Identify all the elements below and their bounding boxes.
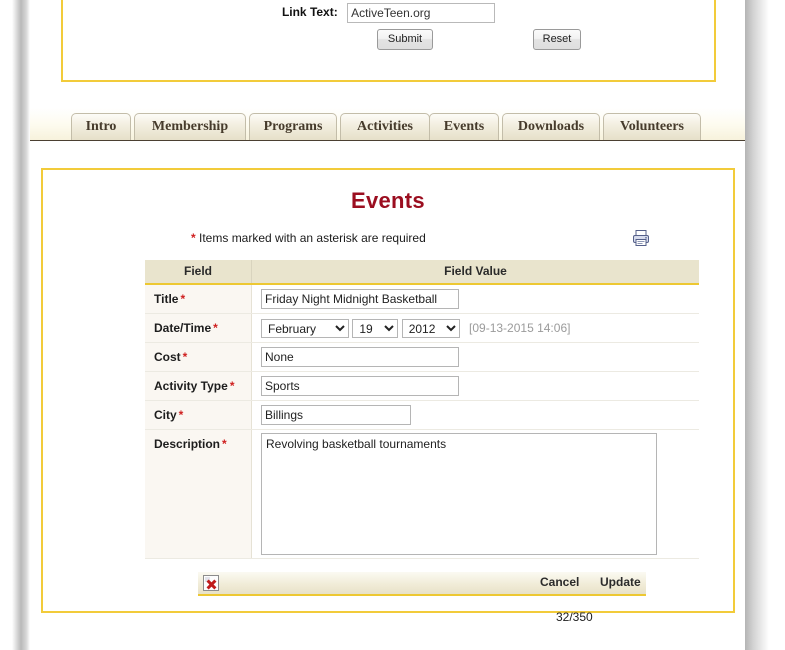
- events-panel: Events * Items marked with an asterisk a…: [41, 168, 735, 624]
- label-text-datetime: Date/Time: [154, 321, 212, 335]
- page-title: Events: [351, 188, 425, 213]
- table-row-activity-type: Activity Type *: [145, 371, 699, 401]
- required-marker-title: *: [180, 292, 186, 306]
- cost-input[interactable]: [261, 347, 459, 367]
- submit-button[interactable]: Submit: [377, 29, 433, 50]
- label-text-description: Description: [154, 437, 221, 451]
- tab-activities[interactable]: Activities: [340, 113, 430, 140]
- field-label-title: Title *: [145, 284, 252, 314]
- month-select[interactable]: February: [261, 318, 349, 338]
- cancel-button[interactable]: Cancel: [540, 575, 579, 589]
- character-counter: 32/350: [556, 610, 593, 624]
- field-label-description: Description *: [145, 429, 252, 559]
- field-value-description: Revolving basketball tournaments: [251, 429, 699, 559]
- link-text-label: Link Text:: [281, 5, 338, 20]
- page-gutter-left: [0, 0, 30, 650]
- field-value-activity-type: [251, 371, 699, 401]
- tab-downloads[interactable]: Downloads: [502, 113, 600, 140]
- broken-image-icon[interactable]: [203, 575, 219, 591]
- tab-navigation: Intro Membership Programs Activities Eve…: [30, 108, 745, 141]
- printer-icon[interactable]: [631, 228, 651, 248]
- reset-button[interactable]: Reset: [533, 29, 581, 50]
- tab-intro[interactable]: Intro: [71, 113, 131, 140]
- table-header-row: Field Field Value: [145, 260, 699, 285]
- column-header-field: Field: [145, 260, 252, 285]
- required-marker-datetime: *: [213, 321, 218, 335]
- activity-type-input[interactable]: [261, 376, 459, 396]
- event-fields-table: Field Field Value Title* Date/Time*: [145, 260, 699, 559]
- column-header-field-value: Field Value: [251, 260, 699, 285]
- table-row-datetime: Date/Time * February 19 2012 [09-13-2015 …: [145, 313, 699, 343]
- label-text-cost: Cost: [154, 350, 181, 364]
- tab-volunteers[interactable]: Volunteers: [603, 113, 701, 140]
- update-button[interactable]: Update: [600, 575, 641, 589]
- tab-events[interactable]: Events: [429, 113, 499, 140]
- field-label-activity-type: Activity Type *: [145, 371, 252, 401]
- required-fields-note: * Items marked with an asterisk are requ…: [191, 231, 426, 245]
- table-row-cost: Cost *: [145, 342, 699, 372]
- field-value-datetime: February 19 2012 [09-13-2015 14:06]: [251, 313, 699, 343]
- page-gutter-right: [745, 0, 785, 650]
- required-marker-activity-type: *: [229, 379, 235, 393]
- table-row-city: City *: [145, 400, 699, 430]
- action-bar: Cancel Update: [198, 572, 646, 596]
- link-form-panel: Link Text: Submit Reset: [61, 0, 716, 82]
- city-input[interactable]: [261, 405, 411, 425]
- page-content: Link Text: Submit Reset Intro Membership…: [30, 0, 745, 650]
- required-note-text: Items marked with an asterisk are requir…: [199, 231, 426, 245]
- label-text-city: City: [154, 408, 177, 422]
- link-text-input[interactable]: [347, 3, 496, 23]
- table-row-description: Description * Revolving basketball tourna…: [145, 429, 699, 559]
- day-select[interactable]: 19: [352, 318, 399, 338]
- required-marker-city: *: [178, 408, 184, 422]
- title-input[interactable]: [261, 289, 459, 309]
- tab-programs[interactable]: Programs: [249, 113, 337, 140]
- field-label-cost: Cost *: [145, 342, 252, 372]
- tab-membership[interactable]: Membership: [134, 113, 246, 140]
- label-text-activity-type: Activity Type: [154, 379, 228, 393]
- required-marker-description: *: [222, 437, 227, 451]
- field-value-cost: [251, 342, 699, 372]
- description-textarea[interactable]: Revolving basketball tournaments: [261, 433, 657, 555]
- field-label-city: City *: [145, 400, 252, 430]
- field-value-title: [251, 284, 699, 314]
- required-marker-cost: *: [182, 350, 188, 364]
- link-text-row: Link Text:: [63, 3, 714, 23]
- table-row-title: Title *: [145, 284, 699, 314]
- required-asterisk: *: [191, 231, 196, 245]
- field-label-datetime: Date/Time *: [145, 313, 252, 343]
- timestamp-text: [09-13-2015 14:06]: [469, 321, 571, 335]
- field-value-city: [251, 400, 699, 430]
- year-select[interactable]: 2012: [401, 318, 460, 338]
- label-text-title: Title: [154, 292, 179, 306]
